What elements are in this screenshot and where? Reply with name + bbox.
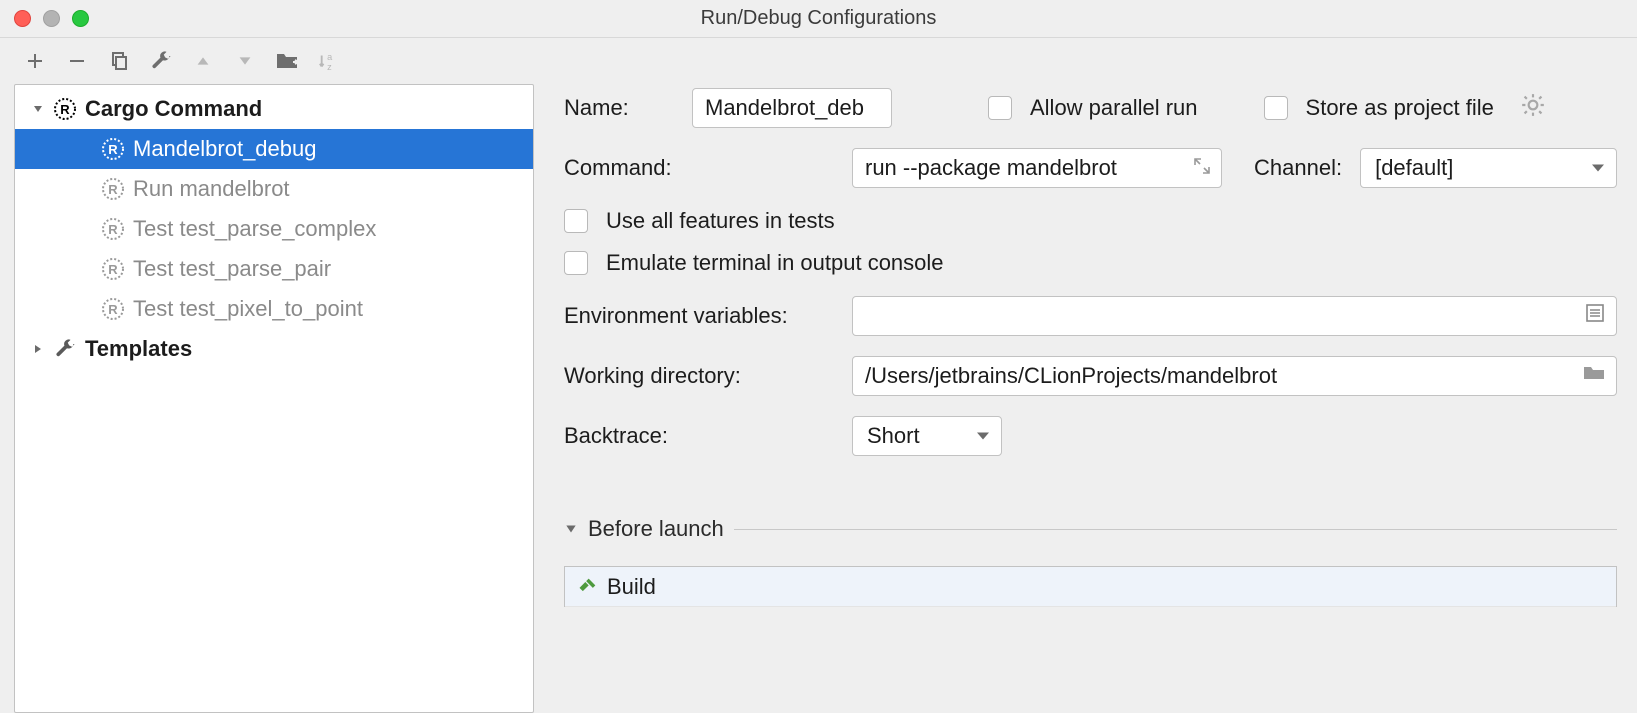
configurations-tree[interactable]: R Cargo Command R Mandelbrot_debug R Run… [14,84,534,713]
tree-item-test-pixel-to-point[interactable]: R Test test_pixel_to_point [15,289,533,329]
close-window-button[interactable] [14,10,31,27]
arrow-down-icon [236,52,254,70]
before-launch-header[interactable]: Before launch [564,516,1617,542]
folder-move-icon [275,50,299,72]
tree-group-cargo-command[interactable]: R Cargo Command [15,89,533,129]
window-controls [14,10,89,27]
move-to-folder-button[interactable] [274,48,300,74]
edit-defaults-button[interactable] [148,48,174,74]
arrow-up-icon [194,52,212,70]
backtrace-label: Backtrace: [564,423,834,449]
gear-icon [1520,92,1546,118]
rust-icon: R [101,177,125,201]
wrench-icon [150,50,172,72]
working-directory-label: Working directory: [564,363,834,389]
configuration-form: Name: Allow parallel run Store as projec… [558,84,1623,713]
svg-text:R: R [108,262,118,277]
sort-alpha-button[interactable]: az [316,48,342,74]
sort-alpha-icon: az [318,50,340,72]
svg-text:R: R [108,142,118,157]
minus-icon [67,51,87,71]
use-all-features-label: Use all features in tests [606,208,835,234]
store-project-file-checkbox[interactable] [1264,96,1288,120]
list-icon [1584,302,1606,324]
plus-icon [25,51,45,71]
hammer-icon [577,577,597,597]
command-field[interactable]: run --package mandelbrot [852,148,1222,188]
tree-item-label: Test test_parse_pair [133,256,331,282]
run-debug-configurations-window: Run/Debug Configurations [0,0,1637,713]
env-vars-label: Environment variables: [564,303,834,329]
command-value: run --package mandelbrot [865,155,1117,181]
name-label: Name: [564,95,674,121]
backtrace-select[interactable]: Short [852,416,1002,456]
separator [734,529,1617,530]
disclosure-triangle-icon[interactable] [31,342,45,356]
env-vars-field[interactable] [852,296,1617,336]
disclosure-triangle-icon[interactable] [31,102,45,116]
before-launch-item-label: Build [607,574,656,600]
copy-configuration-button[interactable] [106,48,132,74]
tree-item-label: Test test_parse_complex [133,216,376,242]
rust-icon: R [101,297,125,321]
name-field[interactable] [692,88,892,128]
before-launch-label: Before launch [588,516,724,542]
use-all-features-checkbox[interactable] [564,209,588,233]
rust-icon: R [53,97,77,121]
svg-text:a: a [327,52,333,62]
window-title: Run/Debug Configurations [0,7,1637,30]
tree-item-mandelbrot-debug[interactable]: R Mandelbrot_debug [15,129,533,169]
svg-text:R: R [108,182,118,197]
svg-text:R: R [108,302,118,317]
tree-group-label: Cargo Command [85,96,262,122]
tree-item-label: Run mandelbrot [133,176,290,202]
rust-icon: R [101,217,125,241]
emulate-terminal-checkbox[interactable] [564,251,588,275]
channel-select[interactable]: [default] [1360,148,1617,188]
svg-text:R: R [60,102,70,117]
backtrace-value: Short [867,423,920,449]
tree-item-run-mandelbrot[interactable]: R Run mandelbrot [15,169,533,209]
remove-configuration-button[interactable] [64,48,90,74]
copy-icon [109,51,129,71]
svg-text:R: R [108,222,118,237]
tree-item-label: Test test_pixel_to_point [133,296,363,322]
tree-item-test-parse-complex[interactable]: R Test test_parse_complex [15,209,533,249]
move-up-button[interactable] [190,48,216,74]
command-label: Command: [564,155,834,181]
move-down-button[interactable] [232,48,258,74]
store-project-file-settings-button[interactable] [1520,92,1546,124]
working-directory-value: /Users/jetbrains/CLionProjects/mandelbro… [865,363,1277,389]
add-configuration-button[interactable] [22,48,48,74]
tree-item-test-parse-pair[interactable]: R Test test_parse_pair [15,249,533,289]
channel-label: Channel: [1254,155,1342,181]
tree-group-templates[interactable]: Templates [15,329,533,369]
titlebar: Run/Debug Configurations [0,0,1637,38]
folder-open-icon [1582,363,1606,383]
working-directory-field[interactable]: /Users/jetbrains/CLionProjects/mandelbro… [852,356,1617,396]
zoom-window-button[interactable] [72,10,89,27]
before-launch-item-build[interactable]: Build [565,567,1616,607]
rust-icon: R [101,257,125,281]
configurations-toolbar: az [0,38,1637,84]
rust-icon: R [101,137,125,161]
wrench-icon [53,337,77,361]
env-vars-browse-button[interactable] [1584,302,1606,330]
tree-item-label: Mandelbrot_debug [133,136,316,162]
store-project-file-label: Store as project file [1306,95,1494,121]
allow-parallel-label: Allow parallel run [1030,95,1198,121]
working-directory-browse-button[interactable] [1582,363,1606,389]
expand-field-button[interactable] [1193,155,1211,181]
tree-group-label: Templates [85,336,192,362]
emulate-terminal-label: Emulate terminal in output console [606,250,944,276]
before-launch-list[interactable]: Build [564,566,1617,607]
disclosure-triangle-icon [564,522,578,536]
channel-value: [default] [1375,155,1453,181]
allow-parallel-checkbox[interactable] [988,96,1012,120]
expand-icon [1193,157,1211,175]
minimize-window-button[interactable] [43,10,60,27]
svg-text:z: z [327,62,332,72]
